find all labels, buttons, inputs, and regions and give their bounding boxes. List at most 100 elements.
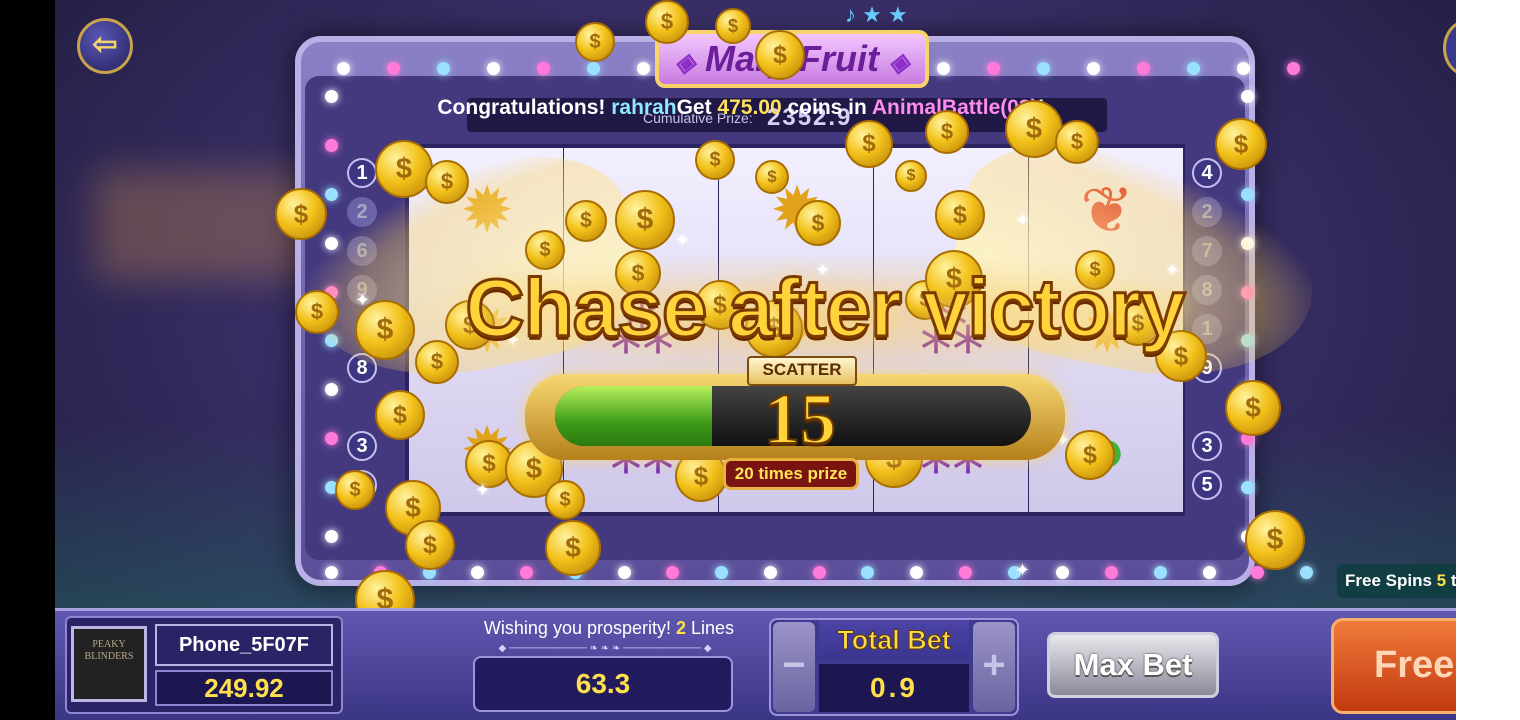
marquee-bulb [325, 187, 338, 201]
exit-arrow-icon: ⇦ [92, 28, 118, 61]
marquee-bulb [1287, 62, 1300, 75]
marquee-bulb [325, 530, 338, 543]
free-spins-trailing: t [1446, 571, 1456, 590]
gold-coin-icon: $ [1055, 120, 1099, 164]
marquee-bulb [325, 432, 338, 446]
avatar-text: PEAKY BLINDERS [84, 639, 134, 662]
marquee-bulb [1153, 566, 1167, 579]
sparkle-icon: ✦ [475, 480, 491, 500]
player-balance: 249.92 [155, 670, 333, 706]
increase-bet-button[interactable]: + [973, 622, 1015, 712]
marquee-bulb [1137, 62, 1150, 75]
marquee-bulb [987, 62, 1000, 75]
prize-multiplier-label: 20 times prize [723, 458, 859, 490]
gold-coin-icon: $ [895, 160, 927, 192]
max-bet-button[interactable]: Max Bet [1047, 632, 1219, 698]
free-spins-label: Free Spins [1345, 571, 1437, 590]
gold-coin-icon: $ [935, 190, 985, 240]
marquee-bulb [861, 566, 875, 579]
gold-coin-icon: $ [1065, 430, 1115, 480]
marquee-bulb [958, 566, 972, 579]
payline-number: 3 [347, 431, 377, 461]
total-bet-label: Total Bet [819, 620, 969, 660]
lines-label-prefix: Wishing you prosperity! [483, 618, 676, 638]
marquee-bulb [587, 62, 600, 75]
gold-coin-icon: $ [755, 160, 789, 194]
marquee-bulb [520, 566, 533, 579]
menu-button[interactable] [1443, 20, 1456, 76]
gold-coin-icon: $ [695, 140, 735, 180]
marquee-bulb [1241, 481, 1254, 495]
marquee-bulb [471, 566, 485, 579]
marquee-bulb [1237, 62, 1250, 75]
announcement-prefix: Congratulations! [437, 96, 612, 119]
gold-coin-icon: $ [1005, 100, 1063, 158]
gold-coin-icon: $ [545, 520, 601, 576]
scatter-count: 15 [763, 378, 837, 460]
marquee-bulb [325, 138, 338, 152]
gold-coin-icon: $ [405, 520, 455, 570]
marquee-bulb [1105, 566, 1118, 579]
win-headline: Chase after victory [464, 262, 1187, 356]
ornament-divider: ◆ ─────────── ❧ ❧ ❧ ─────────── ◆ [498, 643, 712, 654]
marquee-bulb [617, 566, 631, 579]
announcement-mid2: coins in [781, 96, 872, 119]
marquee-bulb [763, 566, 777, 579]
marquee-bulb [666, 566, 680, 579]
marquee-bulb [1251, 566, 1265, 579]
gold-coin-icon: $ [335, 470, 375, 510]
stars-icon: ♪ ★ ★ [845, 2, 908, 27]
marquee-bulb [337, 62, 350, 75]
free-spins-indicator: Free Spins 5 t [1337, 564, 1456, 598]
gold-coin-icon: $ [1215, 118, 1267, 170]
gold-coin-icon: $ [715, 8, 751, 44]
lines-label-suffix: Lines [686, 618, 735, 638]
marquee-bulb [325, 383, 338, 397]
sparkle-icon: ✦ [1015, 210, 1031, 230]
marquee-bulb [1300, 566, 1313, 579]
payline-number: 5 [1192, 470, 1222, 500]
gold-coin-icon: $ [545, 480, 585, 520]
marquee-bulb [937, 62, 950, 75]
gold-coin-icon: $ [845, 120, 893, 168]
player-name: Phone_5F07F [155, 624, 333, 666]
gold-coin-icon: $ [275, 188, 327, 240]
sparkle-icon: ✦ [675, 230, 691, 250]
decrease-bet-button[interactable]: − [773, 622, 815, 712]
gold-coin-icon: $ [575, 22, 615, 62]
marquee-bulb [1187, 62, 1200, 75]
marquee-bulb [1087, 62, 1100, 75]
announcement-player: rahrah [611, 96, 677, 119]
marquee-bulb [1037, 62, 1050, 75]
scatter-progress-fill [555, 386, 713, 446]
gold-coin-icon: $ [375, 140, 433, 198]
gold-coin-icon: $ [795, 200, 841, 246]
marquee-bulb [387, 62, 400, 75]
lines-value[interactable]: 63.3 [473, 656, 733, 712]
gold-coin-icon: $ [425, 160, 469, 204]
total-bet-value: 0.9 [819, 664, 969, 712]
marquee-bulb [437, 62, 450, 75]
marquee-bulb [1056, 566, 1070, 579]
gold-coin-icon: $ [925, 110, 969, 154]
gold-coin-icon: $ [645, 0, 689, 44]
system-navigation-bar [1456, 0, 1520, 720]
avatar[interactable]: PEAKY BLINDERS [71, 626, 147, 702]
marquee-bulb [325, 566, 338, 579]
marquee-bulb [537, 62, 550, 75]
free-spin-button[interactable]: Free [1331, 618, 1456, 714]
announcement-mid: Get [676, 96, 718, 119]
marquee-bulb [1202, 566, 1216, 579]
lines-count: 2 [676, 618, 687, 638]
diamond-icon: ◈ [674, 47, 695, 77]
marquee-bulb [1241, 90, 1254, 103]
marquee-bulb [325, 90, 338, 103]
back-button[interactable]: ⇦ [77, 18, 133, 74]
gold-coin-icon: $ [1225, 380, 1281, 436]
gold-coin-icon: $ [375, 390, 425, 440]
free-spins-count: 5 [1436, 571, 1447, 590]
announcement-amount: 475.00 [717, 96, 782, 119]
sparkle-icon: ✦ [355, 290, 371, 310]
marquee-lights-bottom [325, 566, 1313, 580]
gold-coin-icon: $ [755, 30, 805, 80]
